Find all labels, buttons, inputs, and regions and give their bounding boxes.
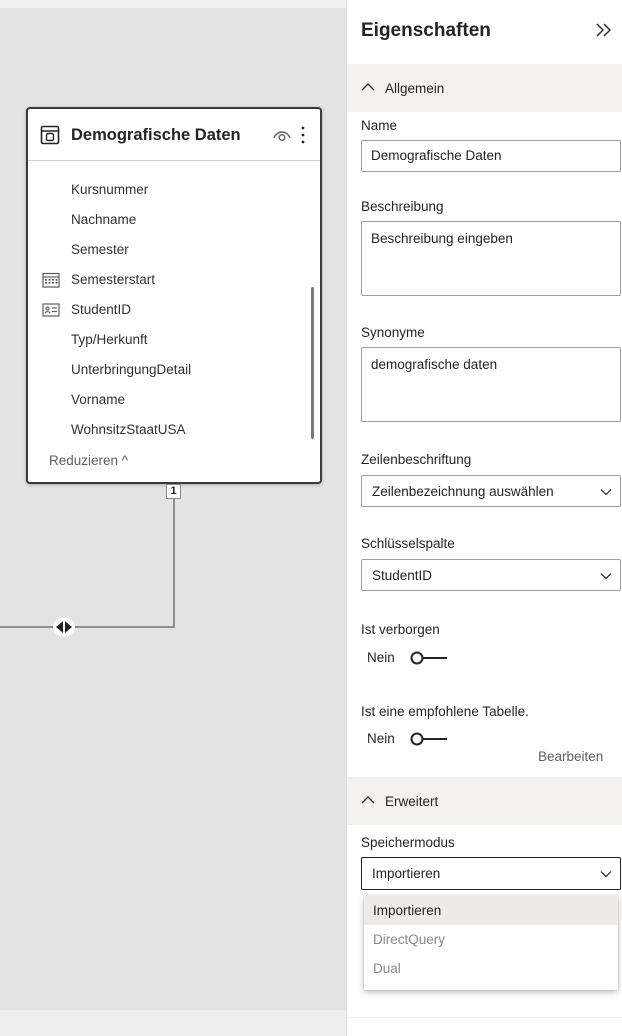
double-chevron-right-icon[interactable]: [595, 20, 613, 40]
field-item[interactable]: UnterbringungDetail: [28, 355, 320, 385]
relationship-line[interactable]: [173, 499, 175, 627]
field-label: UnterbringungDetail: [71, 362, 192, 377]
field-label: WohnsitzStaatUSA: [71, 422, 186, 437]
field-item[interactable]: Nachname: [28, 205, 320, 235]
row-label-select[interactable]: Zeilenbezeichnung auswählen: [361, 475, 621, 507]
table-card-title: Demografische Daten: [71, 126, 241, 144]
relationship-line[interactable]: [0, 626, 175, 628]
chevron-up-icon: [361, 83, 375, 91]
field-label: Typ/Herkunft: [71, 332, 148, 347]
chevron-down-icon: [600, 573, 612, 580]
key-column-select[interactable]: StudentID: [361, 559, 621, 591]
pane-title: Eigenschaften: [361, 20, 491, 41]
chevron-up-icon: [361, 796, 375, 804]
dropdown-option-dual[interactable]: Dual: [364, 954, 618, 983]
field-label: Kursnummer: [71, 182, 149, 197]
properties-pane: Eigenschaften Allgemein Name Demografisc…: [346, 0, 622, 1036]
field-item[interactable]: WohnsitzStaatUSA: [28, 415, 320, 445]
field-label: Semesterstart: [71, 272, 156, 287]
table-card-demografische-daten[interactable]: Demografische Daten Kursnummer Nachname …: [26, 107, 322, 484]
field-item[interactable]: Semesterstart: [28, 265, 320, 295]
chevron-down-icon: [600, 871, 612, 878]
field-label: StudentID: [71, 302, 132, 317]
eye-icon[interactable]: [272, 127, 292, 143]
featured-table-label: Ist eine empfohlene Tabelle.: [361, 704, 529, 719]
model-canvas[interactable]: Demografische Daten Kursnummer Nachname …: [0, 0, 346, 1036]
description-field[interactable]: Beschreibung eingeben: [361, 221, 621, 296]
storage-mode-select[interactable]: Importieren: [361, 857, 621, 890]
chevron-down-icon: [600, 489, 612, 496]
cardinality-badge: 1: [166, 484, 181, 499]
hidden-value: Nein: [367, 650, 395, 665]
synonyms-field[interactable]: demografische daten: [361, 347, 621, 422]
bidirectional-arrows-icon[interactable]: [53, 618, 75, 636]
field-item[interactable]: Kursnummer: [28, 175, 320, 205]
hidden-label: Ist verborgen: [361, 622, 440, 637]
id-card-icon: [42, 303, 60, 317]
edit-link[interactable]: Bearbeiten: [538, 749, 603, 764]
name-label: Name: [361, 118, 398, 133]
dropdown-option-importieren[interactable]: Importieren: [364, 896, 618, 925]
field-item[interactable]: Semester: [28, 235, 320, 265]
storage-mode-dropdown: Importieren DirectQuery Dual: [364, 896, 618, 990]
section-advanced-header[interactable]: Erweitert: [347, 777, 622, 825]
reduce-link[interactable]: Reduzieren ^: [49, 453, 128, 468]
pane-divider: [347, 1017, 622, 1018]
table-card-header[interactable]: Demografische Daten: [28, 109, 320, 161]
table-icon: [40, 125, 60, 145]
field-list-scrollbar[interactable]: [311, 287, 314, 439]
field-label: Vorname: [71, 392, 126, 407]
key-column-value: StudentID: [372, 568, 433, 583]
canvas-footer-bar: [0, 1010, 346, 1036]
synonyms-label: Synonyme: [361, 325, 425, 340]
field-item[interactable]: Vorname: [28, 385, 320, 415]
field-item[interactable]: StudentID: [28, 295, 320, 325]
section-general-header[interactable]: Allgemein: [347, 64, 622, 112]
field-item[interactable]: Typ/Herkunft: [28, 325, 320, 355]
field-label: Semester: [71, 242, 129, 257]
storage-mode-label: Speichermodus: [361, 835, 455, 850]
row-label-label: Zeilenbeschriftung: [361, 452, 472, 467]
key-column-label: Schlüsselspalte: [361, 536, 455, 551]
hidden-toggle[interactable]: [409, 650, 447, 666]
field-list: Kursnummer Nachname Semester Semestersta…: [28, 175, 320, 445]
featured-toggle[interactable]: [409, 731, 447, 747]
section-advanced-label: Erweitert: [385, 794, 439, 809]
name-field[interactable]: Demografische Daten: [361, 140, 621, 172]
description-label: Beschreibung: [361, 199, 444, 214]
field-label: Nachname: [71, 212, 137, 227]
row-label-value: Zeilenbezeichnung auswählen: [372, 484, 554, 499]
section-general-label: Allgemein: [385, 81, 445, 96]
storage-mode-value: Importieren: [372, 866, 441, 881]
featured-value: Nein: [367, 731, 395, 746]
more-options-icon[interactable]: [298, 123, 308, 147]
dropdown-option-directquery[interactable]: DirectQuery: [364, 925, 618, 954]
calendar-icon: [42, 272, 60, 288]
